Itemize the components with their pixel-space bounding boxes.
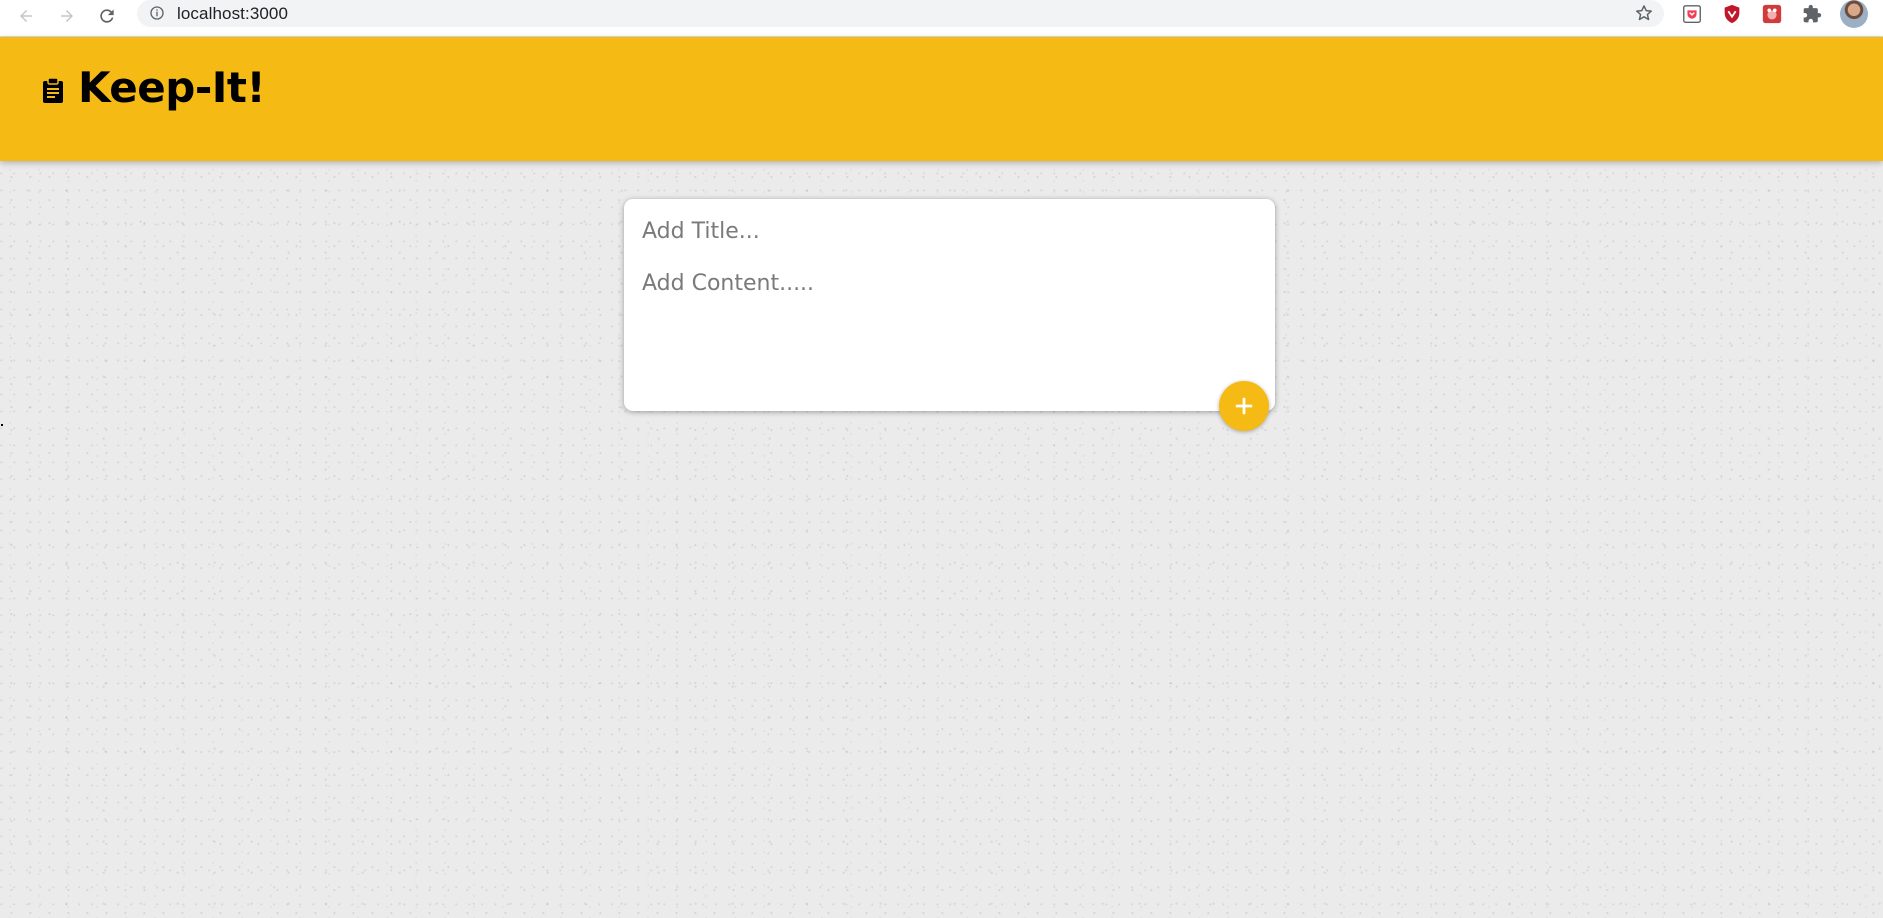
add-note-button[interactable] xyxy=(1219,381,1269,431)
create-note-form xyxy=(624,199,1275,411)
star-icon[interactable] xyxy=(1634,3,1654,23)
browser-toolbar: localhost:3000 xyxy=(0,0,1883,37)
info-icon[interactable] xyxy=(149,5,165,21)
stray-dot xyxy=(1,424,3,426)
puzzle-extensions-icon xyxy=(1803,4,1822,23)
app-title: Keep-It! xyxy=(78,63,266,112)
shield-extension-button[interactable] xyxy=(1720,2,1744,26)
clipboard-icon xyxy=(43,77,63,103)
extensions-button[interactable] xyxy=(1800,2,1824,26)
note-content-input[interactable] xyxy=(642,269,1242,379)
red-extension-icon xyxy=(1762,4,1782,24)
pocket-extension-icon xyxy=(1683,5,1701,23)
forward-button[interactable] xyxy=(53,2,81,30)
reload-button[interactable] xyxy=(93,2,121,30)
pocket-extension-button[interactable] xyxy=(1680,2,1704,26)
profile-avatar[interactable] xyxy=(1840,0,1868,28)
forward-arrow-icon xyxy=(61,10,73,22)
back-arrow-icon xyxy=(20,10,32,22)
shield-extension-icon xyxy=(1724,4,1740,24)
address-bar[interactable]: localhost:3000 xyxy=(137,0,1664,27)
back-button[interactable] xyxy=(12,2,40,30)
red-extension-button[interactable] xyxy=(1760,2,1784,26)
reload-icon xyxy=(100,9,114,23)
url-text[interactable]: localhost:3000 xyxy=(177,4,288,24)
plus-icon xyxy=(1235,397,1253,415)
app-header: Keep-It! xyxy=(0,37,1883,161)
note-title-input[interactable] xyxy=(642,216,1242,246)
